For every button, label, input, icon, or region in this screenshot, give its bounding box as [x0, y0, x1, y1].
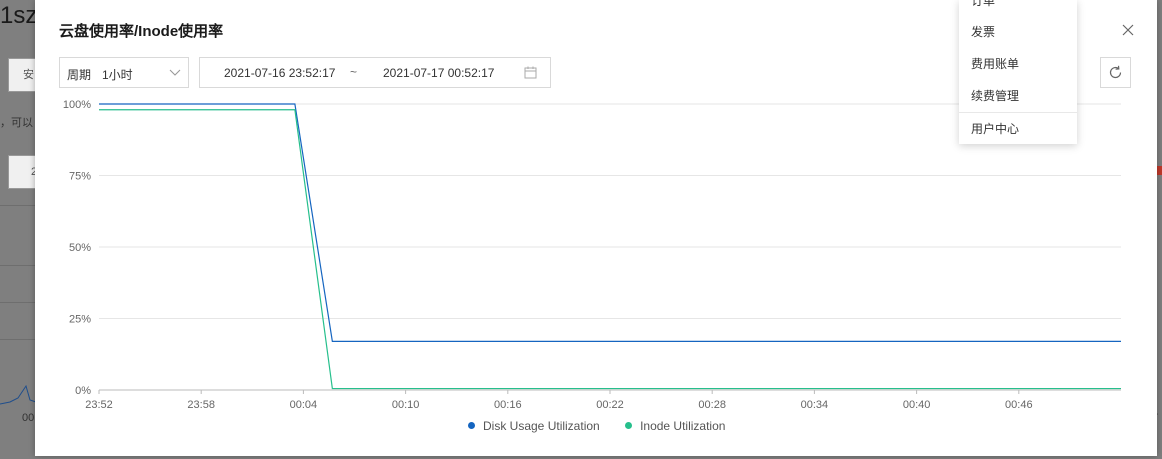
menu-item-orders[interactable]: 订单	[971, 0, 995, 9]
menu-divider	[959, 112, 1077, 113]
account-dropdown-menu: 订单 发票 费用账单 续费管理 用户中心	[959, 0, 1077, 144]
x-tick-label: 23:52	[85, 399, 113, 411]
background-divider	[0, 205, 36, 206]
background-axis-tick: 00	[22, 412, 35, 424]
x-tick-label: 23:58	[187, 399, 215, 411]
menu-item-renewal[interactable]: 续费管理	[971, 87, 1019, 104]
legend-marker	[468, 422, 475, 429]
y-tick-label: 100%	[63, 99, 91, 111]
menu-item-billing[interactable]: 费用账单	[971, 55, 1019, 72]
series-line	[99, 109, 1121, 390]
background-divider	[0, 302, 36, 303]
x-tick-label: 00:46	[1005, 399, 1033, 411]
x-tick-label: 00:28	[698, 399, 726, 411]
x-tick-label: 00:34	[801, 399, 829, 411]
x-tick-label: 00:40	[903, 399, 931, 411]
legend-item[interactable]: Disk Usage Utilization	[468, 419, 600, 433]
legend-label: Disk Usage Utilization	[483, 419, 600, 433]
background-divider	[0, 339, 36, 340]
legend-item[interactable]: Inode Utilization	[625, 419, 725, 433]
y-tick-label: 75%	[69, 171, 91, 183]
menu-item-invoices[interactable]: 发票	[971, 23, 995, 40]
x-tick-label: 00:16	[494, 399, 522, 411]
menu-item-user-center[interactable]: 用户中心	[971, 120, 1019, 137]
legend-label: Inode Utilization	[640, 419, 726, 433]
background-divider	[0, 265, 36, 266]
y-tick-label: 50%	[69, 242, 91, 254]
y-tick-label: 25%	[69, 314, 91, 326]
background-page-title: 1sz	[0, 2, 38, 29]
x-tick-label: 00:22	[596, 399, 624, 411]
background-hint-text: ，可以	[0, 117, 33, 129]
x-tick-label: 00:04	[290, 399, 318, 411]
y-tick-label: 0%	[75, 385, 91, 397]
legend-marker	[625, 422, 633, 429]
x-tick-label: 00:10	[392, 399, 420, 411]
background-mini-chart	[0, 384, 36, 405]
chart-legend: Disk Usage Utilization Inode Utilization	[468, 419, 747, 433]
